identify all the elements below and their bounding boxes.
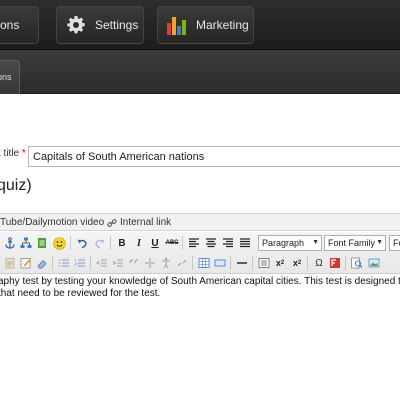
- strikethrough-button[interactable]: ABC: [164, 235, 180, 251]
- format-select-value: Paragraph: [262, 238, 305, 248]
- chevron-down-icon: ▼: [312, 239, 319, 246]
- editor-toolbar: B I U ABC Paragraph ▼ Font Family ▼ Fo: [0, 232, 400, 274]
- italic-button[interactable]: I: [131, 235, 147, 251]
- editor-content[interactable]: aphy test by testing your knowledge of S…: [0, 276, 400, 300]
- nav-item-label: ons: [0, 18, 20, 32]
- top-nav: ons Settings Marketing: [0, 0, 400, 50]
- special-char-icon[interactable]: Ω: [311, 255, 327, 271]
- chevron-down-icon: ▼: [376, 239, 383, 246]
- title-input[interactable]: [28, 146, 400, 167]
- sub-nav: ons: [0, 50, 400, 94]
- content-line: aphy test by testing your knowledge of S…: [0, 276, 400, 287]
- format-select[interactable]: Paragraph ▼: [258, 235, 322, 251]
- nav-settings-label: Settings: [95, 18, 139, 32]
- sitemap-icon[interactable]: [18, 235, 34, 251]
- align-center-icon[interactable]: [203, 235, 219, 251]
- align-left-icon[interactable]: [186, 235, 202, 251]
- table-icon[interactable]: [196, 255, 212, 271]
- bar-chart-icon: [167, 15, 187, 35]
- bold-button[interactable]: B: [114, 235, 130, 251]
- cleanup-icon[interactable]: [18, 255, 34, 271]
- font-size-select[interactable]: Fo: [389, 235, 400, 251]
- outdent-icon[interactable]: [94, 255, 110, 271]
- flash-icon[interactable]: [327, 255, 343, 271]
- nav-item-partial[interactable]: ons: [0, 6, 39, 44]
- align-justify-icon[interactable]: [237, 235, 253, 251]
- align-right-icon[interactable]: [220, 235, 236, 251]
- bullet-list-icon[interactable]: [56, 255, 72, 271]
- quote-icon[interactable]: [126, 255, 142, 271]
- list-icon[interactable]: [256, 255, 272, 271]
- font-size-select-value: Fo: [393, 238, 400, 248]
- film-icon[interactable]: [34, 235, 50, 251]
- content-line: that need to be reviewed for the test.: [0, 288, 161, 299]
- search-replace-icon[interactable]: [349, 255, 365, 271]
- emoticon-icon[interactable]: [51, 235, 67, 251]
- superscript-icon[interactable]: x2: [289, 255, 305, 271]
- section-heading: quiz): [0, 177, 32, 194]
- div-icon[interactable]: [142, 255, 158, 271]
- anchor-icon[interactable]: [2, 235, 18, 251]
- table-row-icon[interactable]: [212, 255, 228, 271]
- toolbar-row-2: x2 x2 Ω: [0, 254, 400, 272]
- tab-internal-link-label: Internal link: [120, 217, 172, 228]
- required-mark: *: [21, 148, 26, 159]
- font-family-select-value: Font Family: [328, 238, 376, 248]
- editor-tabs: Tube/Dailymotion video Internal link: [0, 213, 400, 231]
- nav-marketing-label: Marketing: [196, 18, 249, 32]
- nav-marketing-button[interactable]: Marketing: [157, 6, 254, 44]
- image-icon[interactable]: [366, 255, 382, 271]
- title-field-label: t title *: [0, 148, 26, 159]
- sub-tab-active[interactable]: ons: [0, 60, 20, 94]
- eraser-icon[interactable]: [34, 255, 50, 271]
- title-label-text: t title: [0, 148, 20, 159]
- nav-settings-button[interactable]: Settings: [56, 6, 144, 44]
- unlink-icon[interactable]: [174, 255, 190, 271]
- toolbar-row-1: B I U ABC Paragraph ▼ Font Family ▼ Fo: [0, 234, 400, 252]
- redo-icon[interactable]: [92, 235, 108, 251]
- tab-video[interactable]: Tube/Dailymotion video: [0, 217, 104, 228]
- link-icon: [107, 218, 117, 227]
- horizontal-rule-icon[interactable]: [234, 255, 250, 271]
- indent-icon[interactable]: [110, 255, 126, 271]
- tab-internal-link[interactable]: Internal link: [107, 217, 171, 228]
- font-family-select[interactable]: Font Family ▼: [324, 235, 386, 251]
- editor-body[interactable]: aphy test by testing your knowledge of S…: [0, 275, 400, 400]
- accessibility-icon[interactable]: [158, 255, 174, 271]
- numbered-list-icon[interactable]: [72, 255, 88, 271]
- subscript-icon[interactable]: x2: [272, 255, 288, 271]
- underline-button[interactable]: U: [147, 235, 163, 251]
- gear-icon: [67, 16, 85, 34]
- paste-text-icon[interactable]: [2, 255, 18, 271]
- undo-icon[interactable]: [74, 235, 90, 251]
